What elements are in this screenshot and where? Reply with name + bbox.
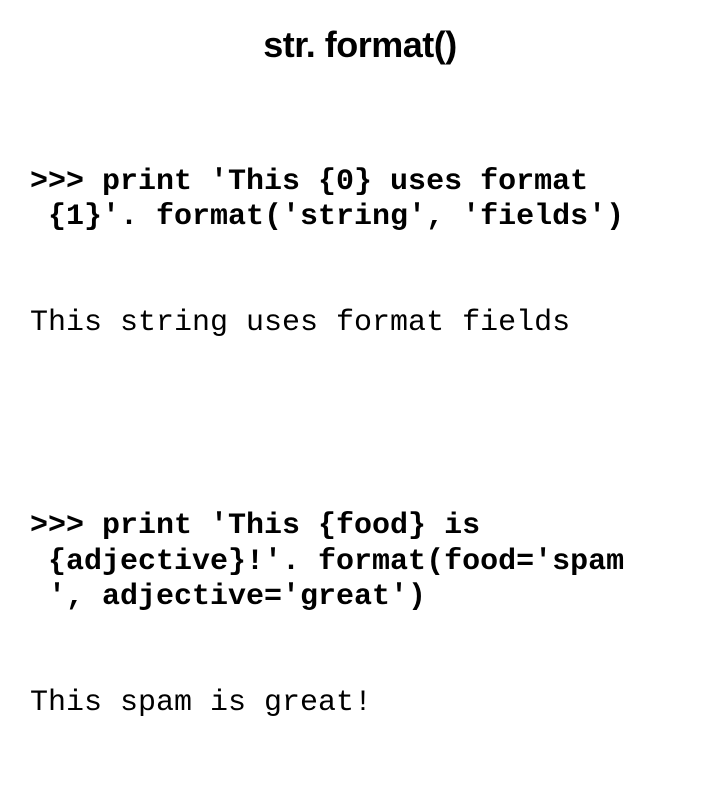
code-input-2: >>> print 'This {food} is {adjective}!'.… — [30, 509, 690, 615]
slide: str. format() >>> print 'This {0} uses f… — [0, 0, 720, 540]
slide-title: str. format() — [30, 24, 690, 66]
code-input-1: >>> print 'This {0} uses format {1}'. fo… — [30, 165, 690, 236]
code-output-2: This spam is great! — [30, 686, 690, 721]
code-example-1: >>> print 'This {0} uses format {1}'. fo… — [30, 94, 690, 413]
code-output-1: This string uses format fields — [30, 306, 690, 341]
code-example-2: >>> print 'This {food} is {adjective}!'.… — [30, 439, 690, 792]
